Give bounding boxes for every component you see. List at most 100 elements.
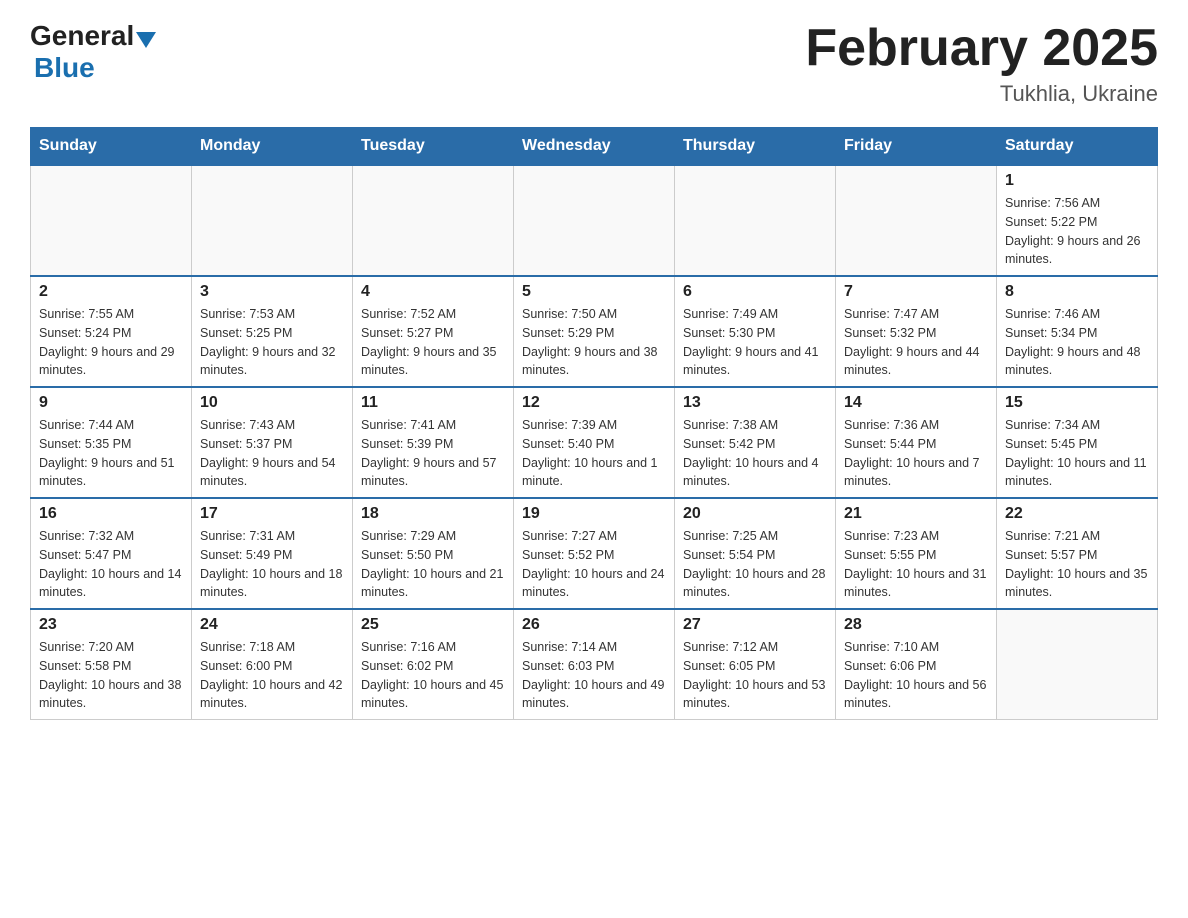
page-header: General Blue February 2025 Tukhlia, Ukra… [30, 20, 1158, 107]
calendar-day-cell: 18Sunrise: 7:29 AM Sunset: 5:50 PM Dayli… [353, 498, 514, 609]
title-section: February 2025 Tukhlia, Ukraine [805, 20, 1158, 107]
calendar-day-cell: 26 Sunrise: 7:14 AM Sunset: 6:03 PM Dayli… [514, 609, 675, 720]
day-number: 8 [1005, 283, 1149, 301]
header-sunday: Sunday [31, 127, 192, 166]
calendar-day-cell [836, 166, 997, 277]
header-friday: Friday [836, 127, 997, 166]
calendar-day-cell: 3 Sunrise: 7:53 AM Sunset: 5:25 PM Daylig… [192, 276, 353, 387]
calendar-day-cell [675, 166, 836, 277]
calendar-day-cell: 14 Sunrise: 7:36 AM Sunset: 5:44 PM Dayli… [836, 387, 997, 498]
day-info: Sunrise: 7:21 AM Sunset: 5:57 PM Dayligh… [1005, 527, 1149, 602]
calendar-day-cell: 25Sunrise: 7:16 AM Sunset: 6:02 PM Dayli… [353, 609, 514, 720]
day-info: Sunrise: 7:47 AM Sunset: 5:32 PM Dayligh… [844, 305, 988, 380]
day-number: 15 [1005, 394, 1149, 412]
day-info: Sunrise: 7:53 AM Sunset: 5:25 PM Dayligh… [200, 305, 344, 380]
calendar-day-cell: 6 Sunrise: 7:49 AM Sunset: 5:30 PM Daylig… [675, 276, 836, 387]
month-title: February 2025 [805, 20, 1158, 77]
logo-general-text: General [30, 20, 134, 52]
calendar-day-cell: 16Sunrise: 7:32 AM Sunset: 5:47 PM Dayli… [31, 498, 192, 609]
day-number: 18 [361, 505, 505, 523]
calendar-week-row: 23Sunrise: 7:20 AM Sunset: 5:58 PM Dayli… [31, 609, 1158, 720]
day-number: 2 [39, 283, 183, 301]
day-number: 11 [361, 394, 505, 412]
day-info: Sunrise: 7:12 AM Sunset: 6:05 PM Dayligh… [683, 638, 827, 713]
day-info: Sunrise: 7:38 AM Sunset: 5:42 PM Dayligh… [683, 416, 827, 491]
day-number: 24 [200, 616, 344, 634]
day-number: 19 [522, 505, 666, 523]
day-info: Sunrise: 7:31 AM Sunset: 5:49 PM Dayligh… [200, 527, 344, 602]
day-info: Sunrise: 7:46 AM Sunset: 5:34 PM Dayligh… [1005, 305, 1149, 380]
calendar-day-cell: 8 Sunrise: 7:46 AM Sunset: 5:34 PM Daylig… [997, 276, 1158, 387]
calendar-day-cell [353, 166, 514, 277]
day-number: 22 [1005, 505, 1149, 523]
calendar-day-cell: 21 Sunrise: 7:23 AM Sunset: 5:55 PM Dayli… [836, 498, 997, 609]
day-number: 1 [1005, 172, 1149, 190]
logo-triangle-icon [136, 32, 156, 48]
calendar-day-cell: 23Sunrise: 7:20 AM Sunset: 5:58 PM Dayli… [31, 609, 192, 720]
day-number: 6 [683, 283, 827, 301]
day-info: Sunrise: 7:36 AM Sunset: 5:44 PM Dayligh… [844, 416, 988, 491]
day-info: Sunrise: 7:32 AM Sunset: 5:47 PM Dayligh… [39, 527, 183, 602]
calendar-day-cell: 19 Sunrise: 7:27 AM Sunset: 5:52 PM Dayli… [514, 498, 675, 609]
header-wednesday: Wednesday [514, 127, 675, 166]
day-info: Sunrise: 7:34 AM Sunset: 5:45 PM Dayligh… [1005, 416, 1149, 491]
day-info: Sunrise: 7:41 AM Sunset: 5:39 PM Dayligh… [361, 416, 505, 491]
day-number: 5 [522, 283, 666, 301]
calendar-day-cell [31, 166, 192, 277]
calendar-day-cell: 20Sunrise: 7:25 AM Sunset: 5:54 PM Dayli… [675, 498, 836, 609]
calendar-header-row: Sunday Monday Tuesday Wednesday Thursday… [31, 127, 1158, 166]
day-info: Sunrise: 7:56 AM Sunset: 5:22 PM Dayligh… [1005, 194, 1149, 269]
day-info: Sunrise: 7:55 AM Sunset: 5:24 PM Dayligh… [39, 305, 183, 380]
header-thursday: Thursday [675, 127, 836, 166]
day-number: 7 [844, 283, 988, 301]
calendar-day-cell: 4 Sunrise: 7:52 AM Sunset: 5:27 PM Daylig… [353, 276, 514, 387]
calendar-day-cell: 1 Sunrise: 7:56 AM Sunset: 5:22 PM Daylig… [997, 166, 1158, 277]
header-saturday: Saturday [997, 127, 1158, 166]
calendar-day-cell [514, 166, 675, 277]
day-info: Sunrise: 7:18 AM Sunset: 6:00 PM Dayligh… [200, 638, 344, 713]
calendar-week-row: 16Sunrise: 7:32 AM Sunset: 5:47 PM Dayli… [31, 498, 1158, 609]
calendar-day-cell: 2 Sunrise: 7:55 AM Sunset: 5:24 PM Daylig… [31, 276, 192, 387]
day-info: Sunrise: 7:39 AM Sunset: 5:40 PM Dayligh… [522, 416, 666, 491]
day-info: Sunrise: 7:23 AM Sunset: 5:55 PM Dayligh… [844, 527, 988, 602]
header-tuesday: Tuesday [353, 127, 514, 166]
day-number: 28 [844, 616, 988, 634]
day-number: 13 [683, 394, 827, 412]
day-info: Sunrise: 7:16 AM Sunset: 6:02 PM Dayligh… [361, 638, 505, 713]
day-info: Sunrise: 7:44 AM Sunset: 5:35 PM Dayligh… [39, 416, 183, 491]
logo: General Blue [30, 20, 158, 84]
day-info: Sunrise: 7:10 AM Sunset: 6:06 PM Dayligh… [844, 638, 988, 713]
calendar-day-cell: 11 Sunrise: 7:41 AM Sunset: 5:39 PM Dayli… [353, 387, 514, 498]
day-number: 14 [844, 394, 988, 412]
calendar-day-cell: 15 Sunrise: 7:34 AM Sunset: 5:45 PM Dayli… [997, 387, 1158, 498]
logo-blue-text: Blue [34, 52, 95, 83]
calendar-day-cell [192, 166, 353, 277]
day-info: Sunrise: 7:27 AM Sunset: 5:52 PM Dayligh… [522, 527, 666, 602]
day-number: 21 [844, 505, 988, 523]
calendar-table: Sunday Monday Tuesday Wednesday Thursday… [30, 127, 1158, 720]
calendar-day-cell: 5 Sunrise: 7:50 AM Sunset: 5:29 PM Daylig… [514, 276, 675, 387]
day-info: Sunrise: 7:50 AM Sunset: 5:29 PM Dayligh… [522, 305, 666, 380]
day-number: 27 [683, 616, 827, 634]
day-number: 12 [522, 394, 666, 412]
day-info: Sunrise: 7:14 AM Sunset: 6:03 PM Dayligh… [522, 638, 666, 713]
calendar-day-cell: 28 Sunrise: 7:10 AM Sunset: 6:06 PM Dayli… [836, 609, 997, 720]
location-text: Tukhlia, Ukraine [805, 81, 1158, 107]
calendar-day-cell: 10Sunrise: 7:43 AM Sunset: 5:37 PM Dayli… [192, 387, 353, 498]
calendar-week-row: 2 Sunrise: 7:55 AM Sunset: 5:24 PM Daylig… [31, 276, 1158, 387]
day-info: Sunrise: 7:49 AM Sunset: 5:30 PM Dayligh… [683, 305, 827, 380]
calendar-day-cell: 24 Sunrise: 7:18 AM Sunset: 6:00 PM Dayli… [192, 609, 353, 720]
day-info: Sunrise: 7:52 AM Sunset: 5:27 PM Dayligh… [361, 305, 505, 380]
calendar-day-cell: 12 Sunrise: 7:39 AM Sunset: 5:40 PM Dayli… [514, 387, 675, 498]
calendar-day-cell: 17 Sunrise: 7:31 AM Sunset: 5:49 PM Dayli… [192, 498, 353, 609]
day-number: 23 [39, 616, 183, 634]
day-number: 17 [200, 505, 344, 523]
calendar-day-cell: 13 Sunrise: 7:38 AM Sunset: 5:42 PM Dayli… [675, 387, 836, 498]
day-number: 3 [200, 283, 344, 301]
day-number: 10 [200, 394, 344, 412]
day-number: 4 [361, 283, 505, 301]
calendar-day-cell: 27 Sunrise: 7:12 AM Sunset: 6:05 PM Dayli… [675, 609, 836, 720]
calendar-day-cell: 22 Sunrise: 7:21 AM Sunset: 5:57 PM Dayli… [997, 498, 1158, 609]
day-number: 26 [522, 616, 666, 634]
day-info: Sunrise: 7:25 AM Sunset: 5:54 PM Dayligh… [683, 527, 827, 602]
